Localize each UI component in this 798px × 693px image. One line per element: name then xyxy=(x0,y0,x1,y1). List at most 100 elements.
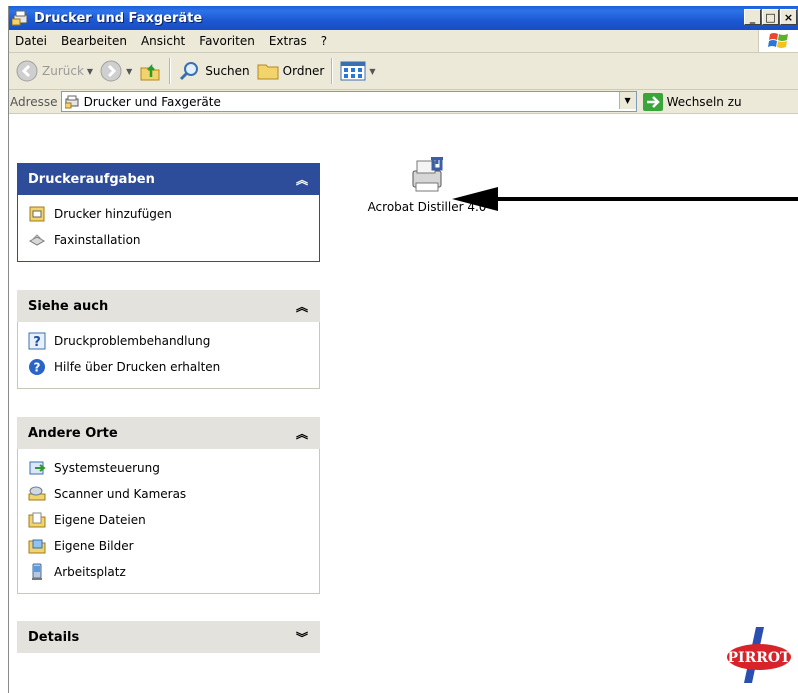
my-documents-icon xyxy=(28,512,46,528)
control-panel-link[interactable]: Systemsteuerung xyxy=(18,455,319,481)
printer-tasks-header[interactable]: Druckeraufgaben ︽ xyxy=(17,163,320,195)
my-computer-link[interactable]: Arbeitsplatz xyxy=(18,559,319,585)
help-question-icon: ? xyxy=(28,332,46,350)
address-value: Drucker und Faxgeräte xyxy=(83,94,221,109)
address-dropdown-button[interactable]: ▼ xyxy=(618,92,636,109)
pirrot-logo: PIRROT xyxy=(727,627,792,683)
printing-help-label: Hilfe über Drucken erhalten xyxy=(54,360,221,374)
my-computer-label: Arbeitsplatz xyxy=(54,565,126,579)
menu-edit[interactable]: Bearbeiten xyxy=(54,34,134,48)
menu-help[interactable]: ? xyxy=(314,34,334,48)
other-places-header[interactable]: Andere Orte ︽ xyxy=(17,417,320,449)
fax-setup-label: Faxinstallation xyxy=(54,233,141,247)
views-grid-icon xyxy=(340,61,366,81)
up-folder-button[interactable] xyxy=(135,56,165,86)
forward-arrow-icon xyxy=(100,60,122,82)
go-button[interactable]: Wechseln zu xyxy=(642,92,742,111)
back-label: Zurück xyxy=(42,64,84,78)
search-icon xyxy=(180,62,199,81)
search-label: Suchen xyxy=(205,64,250,78)
scanner-camera-icon xyxy=(28,486,46,501)
folders-label: Ordner xyxy=(282,64,325,78)
forward-button[interactable]: ▼ xyxy=(96,56,135,86)
pirrot-logo-text: PIRROT xyxy=(728,650,792,666)
control-panel-label: Systemsteuerung xyxy=(54,461,160,475)
back-arrow-icon xyxy=(16,60,38,82)
collapse-chevron-icon[interactable]: ︽ xyxy=(296,171,308,188)
close-button[interactable]: × xyxy=(780,9,797,25)
printer-tasks-panel: Druckeraufgaben ︽ Drucker hinzufügen Fax… xyxy=(17,163,320,262)
my-pictures-link[interactable]: Eigene Bilder xyxy=(18,533,319,559)
my-documents-label: Eigene Dateien xyxy=(54,513,146,527)
menu-bar: Datei Bearbeiten Ansicht Favoriten Extra… xyxy=(9,30,798,53)
other-places-panel: Andere Orte ︽ Systemsteuerung Scanner un… xyxy=(17,417,320,594)
window-title: Drucker und Faxgeräte xyxy=(34,10,203,26)
add-printer-link[interactable]: Drucker hinzufügen xyxy=(18,201,319,227)
scanners-cameras-label: Scanner und Kameras xyxy=(54,487,187,501)
maximize-button[interactable]: □ xyxy=(762,9,779,25)
menu-favorites[interactable]: Favoriten xyxy=(192,34,262,48)
my-pictures-icon xyxy=(28,539,46,554)
address-field[interactable]: Drucker und Faxgeräte ▼ xyxy=(60,91,637,112)
expand-chevron-icon[interactable]: ︾ xyxy=(296,629,308,646)
printer-tasks-title: Druckeraufgaben xyxy=(28,171,155,187)
minimize-button[interactable]: _ xyxy=(744,9,761,25)
close-icon: × xyxy=(783,10,794,24)
printing-help-link[interactable]: ? Hilfe über Drucken erhalten xyxy=(18,354,319,380)
menu-extras[interactable]: Extras xyxy=(262,34,314,48)
svg-text:?: ? xyxy=(33,335,41,350)
menu-file[interactable]: Datei xyxy=(9,34,54,48)
other-places-title: Andere Orte xyxy=(28,425,118,441)
forward-dropdown-icon[interactable]: ▼ xyxy=(126,67,132,76)
windows-flag-icon xyxy=(768,33,788,48)
scanners-cameras-link[interactable]: Scanner und Kameras xyxy=(18,481,319,507)
printer-icon xyxy=(412,157,443,192)
svg-text:?: ? xyxy=(34,361,41,375)
see-also-panel: Siehe auch ︽ ? Druckproblembehandlung ? xyxy=(17,290,320,389)
details-header[interactable]: Details ︾ xyxy=(17,621,320,653)
troubleshoot-label: Druckproblembehandlung xyxy=(54,334,211,348)
folders-button[interactable]: Ordner xyxy=(253,56,328,86)
folder-icon xyxy=(257,64,279,80)
go-arrow-icon xyxy=(642,92,663,111)
address-label: Adresse xyxy=(10,94,58,109)
back-dropdown-icon[interactable]: ▼ xyxy=(87,67,93,76)
printer-tasks-body: Drucker hinzufügen Faxinstallation xyxy=(17,195,320,262)
explorer-window: Drucker und Faxgeräte _ □ × Datei Bearbe… xyxy=(8,6,798,693)
chevron-down-icon: ▼ xyxy=(624,96,631,105)
collapse-chevron-icon[interactable]: ︽ xyxy=(296,425,308,442)
fax-setup-link[interactable]: Faxinstallation xyxy=(18,227,319,253)
help-circle-icon: ? xyxy=(29,359,45,375)
toolbar-separator xyxy=(331,58,334,84)
see-also-body: ? Druckproblembehandlung ? Hilfe über Dr… xyxy=(17,322,320,389)
toolbar: Zurück ▼ ▼ Suchen Ordner ▼ xyxy=(9,53,798,90)
minimize-icon: _ xyxy=(749,10,756,24)
add-printer-icon xyxy=(29,206,45,222)
menu-view[interactable]: Ansicht xyxy=(134,34,192,48)
troubleshoot-link[interactable]: ? Druckproblembehandlung xyxy=(18,328,319,354)
my-documents-link[interactable]: Eigene Dateien xyxy=(18,507,319,533)
other-places-body: Systemsteuerung Scanner und Kameras Eige… xyxy=(17,449,320,594)
control-panel-icon xyxy=(29,461,46,475)
back-button[interactable]: Zurück ▼ xyxy=(12,56,96,86)
windows-logo xyxy=(758,30,798,52)
search-button[interactable]: Suchen xyxy=(175,56,252,86)
my-computer-icon xyxy=(32,563,42,580)
details-panel: Details ︾ xyxy=(17,621,320,653)
address-bar: Adresse Drucker und Faxgeräte ▼ Wechseln… xyxy=(9,90,798,114)
maximize-icon: □ xyxy=(765,10,776,24)
views-button[interactable]: ▼ xyxy=(337,56,378,86)
add-printer-label: Drucker hinzufügen xyxy=(54,207,172,221)
pointer-arrow xyxy=(452,187,798,211)
title-bar[interactable]: Drucker und Faxgeräte _ □ × xyxy=(9,6,798,30)
collapse-chevron-icon[interactable]: ︽ xyxy=(296,298,308,315)
up-folder-icon xyxy=(140,63,160,81)
my-pictures-label: Eigene Bilder xyxy=(54,539,134,553)
see-also-header[interactable]: Siehe auch ︽ xyxy=(17,290,320,322)
views-dropdown-icon[interactable]: ▼ xyxy=(369,67,375,76)
printer-folder-icon xyxy=(12,10,28,26)
fax-icon xyxy=(28,234,46,246)
details-title: Details xyxy=(28,629,80,645)
see-also-title: Siehe auch xyxy=(28,298,109,314)
toolbar-separator xyxy=(169,58,172,84)
